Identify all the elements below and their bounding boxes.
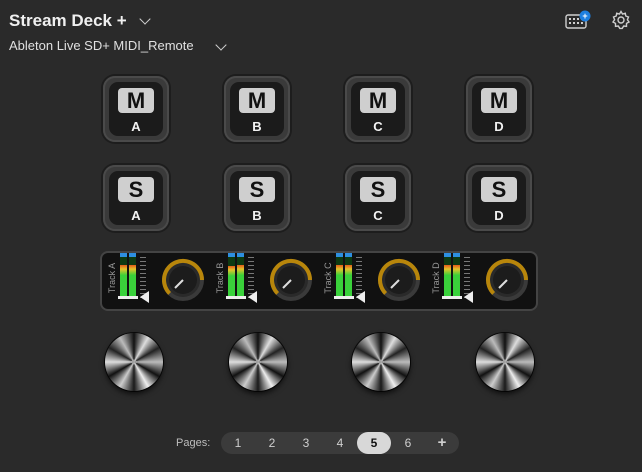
key-label: C: [373, 119, 383, 134]
page-selector: 1 2 3 4 5 6 +: [221, 432, 459, 454]
track-label: Track D: [431, 262, 441, 294]
level-meter-left: [336, 257, 343, 299]
key-label: C: [373, 208, 383, 223]
track-label: Track A: [107, 262, 117, 294]
solo-badge: S: [360, 177, 396, 202]
mute-badge: M: [239, 88, 275, 113]
add-page-button[interactable]: +: [425, 432, 459, 454]
fader-line: [442, 296, 462, 299]
mute-key-d[interactable]: M D: [466, 76, 532, 142]
encoder-ring: [486, 258, 529, 301]
key-label: A: [131, 208, 141, 223]
gear-icon[interactable]: [611, 10, 631, 30]
fader-pointer-icon: [248, 291, 257, 303]
fader-line: [118, 296, 138, 299]
level-meter-left: [444, 257, 451, 299]
key-label: D: [494, 208, 504, 223]
solo-badge: S: [481, 177, 517, 202]
solo-badge: S: [118, 177, 154, 202]
page-button-1[interactable]: 1: [221, 432, 255, 454]
key-label: D: [494, 119, 504, 134]
solo-badge: S: [239, 177, 275, 202]
fader-line: [226, 296, 246, 299]
fader-pointer-icon: [140, 291, 149, 303]
level-meter-left: [120, 257, 127, 299]
mute-key-a[interactable]: M A: [103, 76, 169, 142]
track-label: Track C: [323, 262, 333, 294]
mute-badge: M: [481, 88, 517, 113]
fader-line: [334, 296, 354, 299]
level-meter-right: [345, 257, 352, 299]
add-badge: +: [582, 11, 587, 21]
encoder-ring: [162, 258, 205, 301]
device-keyboard-icon[interactable]: +: [565, 10, 591, 30]
dial-knob-3[interactable]: [352, 333, 410, 391]
mute-key-b[interactable]: M B: [224, 76, 290, 142]
page-button-6[interactable]: 6: [391, 432, 425, 454]
page-button-4[interactable]: 4: [323, 432, 357, 454]
track-segment-a[interactable]: Track A: [102, 253, 210, 309]
encoder-ring: [270, 258, 313, 301]
level-meter-right: [453, 257, 460, 299]
profile-selector[interactable]: Ableton Live SD+ MIDI_Remote: [9, 38, 194, 53]
profile-name: Ableton Live SD+ MIDI_Remote: [9, 38, 194, 53]
track-segment-d[interactable]: Track D: [426, 253, 534, 309]
level-meter-right: [129, 257, 136, 299]
mute-badge: M: [360, 88, 396, 113]
page-button-3[interactable]: 3: [289, 432, 323, 454]
key-label: A: [131, 119, 141, 134]
track-segment-c[interactable]: Track C: [318, 253, 426, 309]
chevron-down-icon[interactable]: [215, 39, 227, 51]
encoder-ring: [378, 258, 421, 301]
page-button-5[interactable]: 5: [357, 432, 391, 454]
touch-strip[interactable]: Track A Track B Track C Track D: [102, 253, 536, 309]
solo-key-c[interactable]: S C: [345, 165, 411, 231]
dial-knob-4[interactable]: [476, 333, 534, 391]
page-button-2[interactable]: 2: [255, 432, 289, 454]
mute-badge: M: [118, 88, 154, 113]
solo-key-d[interactable]: S D: [466, 165, 532, 231]
chevron-down-icon[interactable]: [139, 13, 151, 25]
track-segment-b[interactable]: Track B: [210, 253, 318, 309]
fader-pointer-icon: [464, 291, 473, 303]
device-name: Stream Deck +: [9, 11, 127, 30]
app-title[interactable]: Stream Deck +: [9, 11, 127, 31]
fader-pointer-icon: [356, 291, 365, 303]
solo-key-b[interactable]: S B: [224, 165, 290, 231]
track-label: Track B: [215, 262, 225, 294]
solo-key-a[interactable]: S A: [103, 165, 169, 231]
level-meter-right: [237, 257, 244, 299]
dial-knob-1[interactable]: [105, 333, 163, 391]
level-meter-left: [228, 257, 235, 299]
dial-knob-2[interactable]: [229, 333, 287, 391]
mute-key-c[interactable]: M C: [345, 76, 411, 142]
key-label: B: [252, 119, 262, 134]
pages-label: Pages:: [176, 437, 211, 449]
key-label: B: [252, 208, 262, 223]
